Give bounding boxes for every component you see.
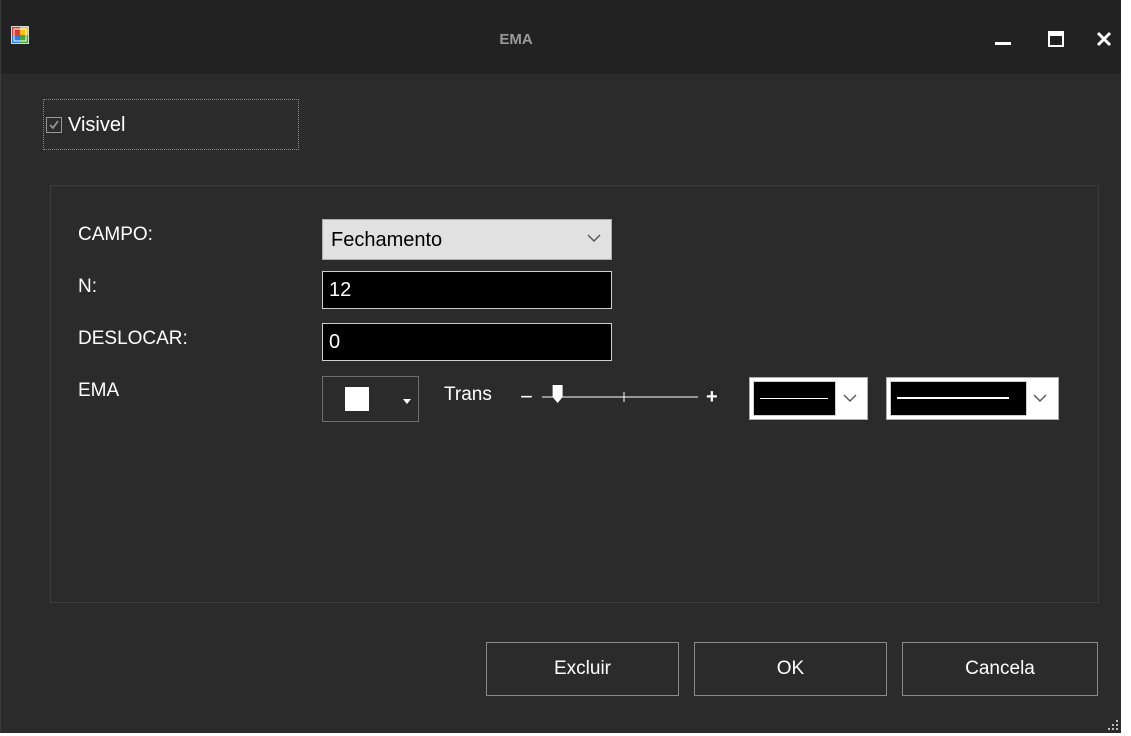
- caret-down-icon: [403, 399, 411, 404]
- close-button[interactable]: [1087, 22, 1121, 56]
- deslocar-label: DESLOCAR:: [78, 328, 188, 349]
- trans-minus[interactable]: −: [520, 384, 533, 409]
- ema-label: EMA: [78, 380, 120, 401]
- campo-select-value: Fechamento: [331, 229, 443, 251]
- n-field[interactable]: [329, 278, 599, 302]
- minimize-button[interactable]: [986, 22, 1020, 56]
- chevron-down-icon: [843, 394, 857, 402]
- check-icon: [49, 120, 59, 130]
- line-width-preview: [890, 381, 1027, 416]
- excluir-button[interactable]: Excluir: [486, 642, 679, 696]
- visible-checkbox[interactable]: Visivel: [43, 99, 299, 150]
- color-swatch: [345, 387, 369, 411]
- cancela-button[interactable]: Cancela: [902, 642, 1098, 696]
- dialog-window: EMA Visivel CAMPO: Fechamento N: 12 DESL…: [0, 0, 1121, 733]
- trans-plus[interactable]: +: [706, 386, 718, 408]
- chevron-down-icon: [1033, 394, 1047, 402]
- line-style-preview: [753, 381, 836, 416]
- thin-line-icon: [760, 398, 828, 399]
- ok-button[interactable]: OK: [694, 642, 887, 696]
- medium-line-icon: [897, 397, 1009, 399]
- deslocar-field-box: [322, 323, 612, 361]
- close-icon: [1096, 31, 1112, 47]
- n-label: N:: [78, 276, 97, 297]
- trans-slider[interactable]: − +: [520, 382, 725, 412]
- window-title: EMA: [499, 31, 533, 48]
- visible-checkbox-label: Visivel: [68, 114, 126, 136]
- n-field-box: [322, 271, 612, 309]
- maximize-button[interactable]: [1039, 22, 1073, 56]
- trans-label: Trans: [444, 384, 492, 405]
- minimize-icon: [995, 42, 1011, 45]
- line-style-select[interactable]: [749, 377, 868, 420]
- line-width-select[interactable]: [886, 377, 1059, 420]
- color-picker-button[interactable]: [322, 376, 419, 422]
- visible-checkbox-box[interactable]: [46, 117, 62, 133]
- campo-label: CAMPO:: [78, 224, 153, 245]
- campo-select[interactable]: Fechamento: [322, 219, 612, 260]
- maximize-icon: [1048, 31, 1064, 47]
- title-bar[interactable]: EMA: [1, 0, 1121, 74]
- chevron-down-icon: [587, 234, 601, 242]
- deslocar-field[interactable]: [329, 330, 599, 354]
- slider-thumb[interactable]: [552, 385, 563, 403]
- resize-grip-icon[interactable]: [1107, 719, 1119, 731]
